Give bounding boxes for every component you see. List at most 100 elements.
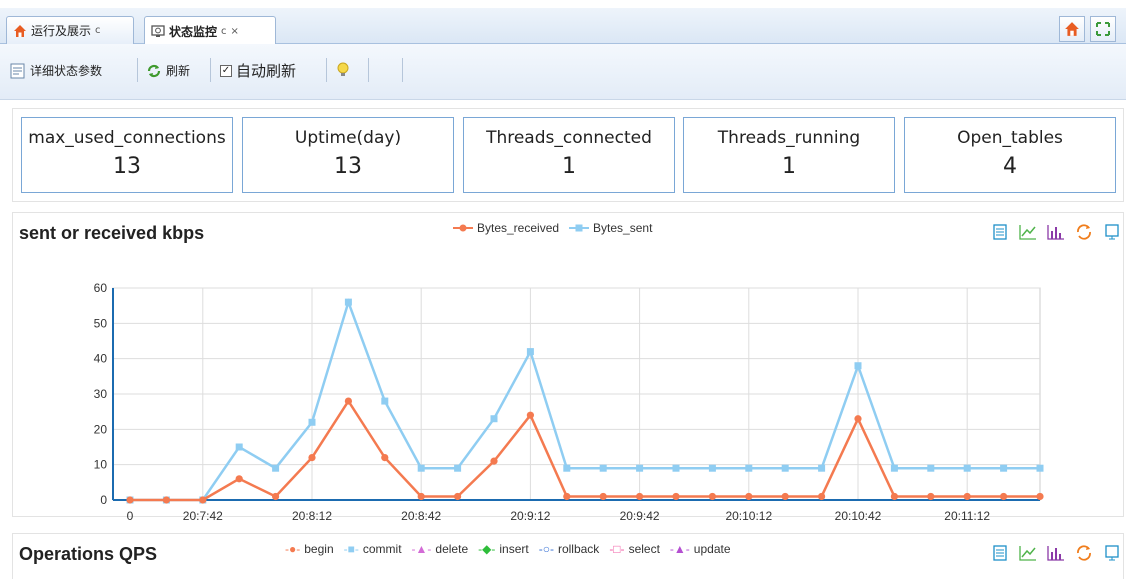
y-tick-label: 60	[94, 281, 108, 295]
legend-label: commit	[362, 542, 402, 556]
data-point	[854, 362, 862, 370]
toolbar-divider	[368, 58, 369, 82]
legend-marker-icon: -□-	[609, 542, 625, 556]
data-point	[563, 492, 571, 501]
tab-run-display[interactable]: 运行及展示 c	[6, 16, 134, 44]
legend-item[interactable]: -●- begin	[285, 542, 334, 556]
stat-value: 13	[113, 154, 141, 179]
bar-chart-icon[interactable]	[1045, 221, 1067, 243]
x-tick-label: 20:9:42	[620, 509, 660, 523]
legend-item[interactable]: -◆- insert	[478, 542, 529, 556]
legend-marker-icon: -▲-	[669, 542, 690, 556]
stat-key: Threads_connected	[486, 128, 652, 148]
line-chart-icon[interactable]	[1017, 221, 1039, 243]
data-point	[1036, 464, 1044, 472]
data-point	[890, 464, 898, 472]
bar-chart-icon[interactable]	[1045, 542, 1067, 564]
series-line-Bytes_sent	[130, 298, 1040, 502]
data-point	[599, 464, 607, 472]
data-view-icon[interactable]	[989, 542, 1011, 564]
toolbar-divider	[402, 58, 403, 82]
report-icon	[10, 63, 25, 78]
restore-icon[interactable]	[1073, 221, 1095, 243]
data-point	[272, 464, 280, 472]
data-point	[272, 492, 280, 501]
tab-close-icon[interactable]: ×	[231, 26, 239, 37]
legend-item[interactable]: Bytes_sent	[569, 221, 652, 235]
stat-card: Open_tables 4	[904, 117, 1116, 193]
legend-item[interactable]: -□- select	[609, 542, 660, 556]
data-point	[963, 464, 971, 472]
data-point	[526, 411, 535, 419]
legend-label: rollback	[557, 542, 600, 556]
toolbar-divider	[326, 58, 327, 82]
data-point	[963, 492, 971, 501]
auto-refresh-label: 自动刷新	[236, 62, 297, 80]
tab-status-monitor[interactable]: 状态监控 c ×	[144, 16, 276, 45]
legend-item[interactable]: -▲- delete	[412, 542, 469, 556]
refresh-button[interactable]: 刷新	[146, 62, 190, 79]
save-image-icon[interactable]	[1101, 221, 1123, 243]
legend-item[interactable]: -■- commit	[344, 542, 402, 556]
data-point	[927, 464, 935, 472]
data-point	[1036, 492, 1044, 501]
data-point	[818, 464, 826, 472]
stat-card: max_used_connections 13	[21, 117, 233, 193]
legend-item[interactable]: Bytes_received	[453, 221, 559, 235]
x-tick-label: 20:7:42	[183, 509, 223, 523]
auto-refresh-checkbox[interactable]: ✓	[220, 64, 232, 77]
data-point	[308, 418, 316, 426]
x-tick-label: 20:11:12	[944, 509, 990, 523]
legend-marker-icon: -◆-	[478, 542, 496, 556]
restore-icon[interactable]	[1073, 542, 1095, 564]
status-stats: max_used_connections 13 Uptime(day) 13 T…	[12, 108, 1124, 202]
data-point	[818, 492, 826, 501]
data-point	[781, 492, 789, 501]
chart-toolbox	[989, 221, 1123, 243]
y-tick-label: 10	[94, 458, 108, 472]
data-point	[344, 298, 352, 306]
line-square-marker-icon	[569, 224, 590, 232]
chart-title: sent or received kbps	[19, 223, 205, 243]
data-point	[890, 492, 899, 501]
legend-label: begin	[304, 542, 334, 556]
legend-item[interactable]: -○- rollback	[539, 542, 600, 556]
tab-refresh-icon[interactable]: c	[221, 26, 227, 37]
series-line-Bytes_received	[130, 398, 1040, 502]
details-button[interactable]: 详细状态参数	[10, 62, 102, 79]
data-point	[636, 464, 644, 472]
fullscreen-icon	[1096, 22, 1110, 36]
toolbar-divider	[210, 58, 211, 82]
chart-title: Operations QPS	[19, 544, 158, 564]
data-point	[636, 492, 644, 501]
hint-button[interactable]	[336, 62, 350, 78]
save-image-icon[interactable]	[1101, 542, 1123, 564]
legend-marker-icon: -○-	[538, 542, 554, 556]
legend-marker-icon: -●-	[285, 542, 301, 556]
chart-legend: Bytes_received Bytes_sent	[453, 221, 652, 235]
stat-card: Uptime(day) 13	[242, 117, 454, 193]
data-point	[708, 464, 716, 472]
legend-label: update	[693, 542, 731, 556]
stat-value: 1	[782, 154, 796, 179]
home-button[interactable]	[1059, 16, 1085, 42]
fullscreen-button[interactable]	[1090, 16, 1116, 42]
stat-card: Threads_connected 1	[463, 117, 675, 193]
y-tick-label: 20	[94, 422, 108, 436]
line-chart-icon[interactable]	[1017, 542, 1039, 564]
data-point	[563, 464, 571, 472]
data-point	[235, 443, 243, 451]
stat-value: 13	[334, 154, 362, 179]
data-point	[199, 496, 207, 504]
auto-refresh-toggle[interactable]: ✓ 自动刷新	[220, 60, 296, 81]
tab-refresh-icon[interactable]: c	[95, 25, 101, 36]
x-tick-label: 20:9:12	[510, 509, 550, 523]
data-point	[454, 464, 462, 472]
data-point	[417, 492, 425, 501]
legend-item[interactable]: -▲- update	[670, 542, 731, 556]
line-circle-marker-icon	[453, 224, 473, 232]
data-view-icon[interactable]	[989, 221, 1011, 243]
stat-key: Uptime(day)	[294, 128, 402, 148]
y-tick-label: 30	[94, 387, 108, 401]
data-point	[672, 492, 680, 501]
